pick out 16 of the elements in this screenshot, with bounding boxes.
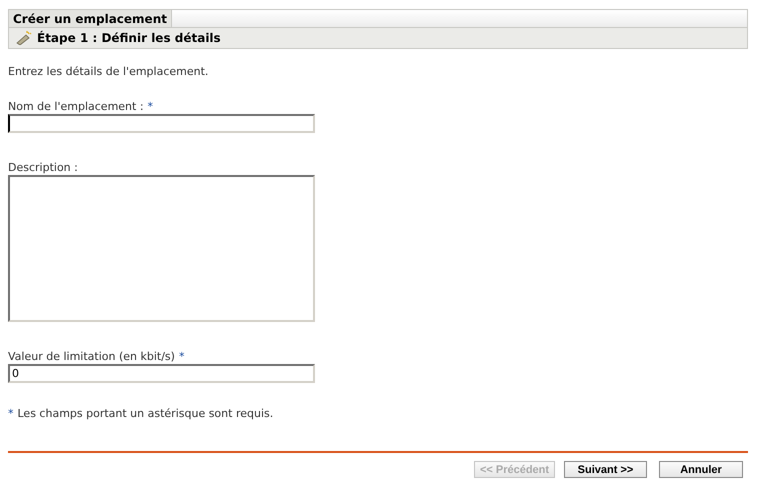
- field-label: Description :: [8, 161, 78, 175]
- required-note: Les champs portant un astérisque sont requis.: [18, 407, 274, 420]
- field-label: Valeur de limitation (en kbit/s): [8, 350, 175, 364]
- wand-icon: [16, 31, 32, 45]
- step-title: Étape 1 : Définir les détails: [37, 31, 221, 45]
- input-field[interactable]: 0: [8, 364, 315, 383]
- wizard-button[interactable]: Suivant >>: [564, 461, 647, 478]
- required-mark: *: [8, 407, 14, 420]
- field-label: Nom de l'emplacement :: [8, 100, 144, 114]
- required-mark: *: [148, 100, 154, 114]
- description-field[interactable]: [8, 175, 315, 322]
- page-title: Créer un emplacement: [8, 9, 172, 27]
- wizard-button[interactable]: Annuler: [659, 461, 743, 478]
- intro-text: Entrez les détails de l'emplacement.: [8, 65, 210, 79]
- required-mark: *: [178, 350, 184, 364]
- input-field[interactable]: [8, 114, 315, 133]
